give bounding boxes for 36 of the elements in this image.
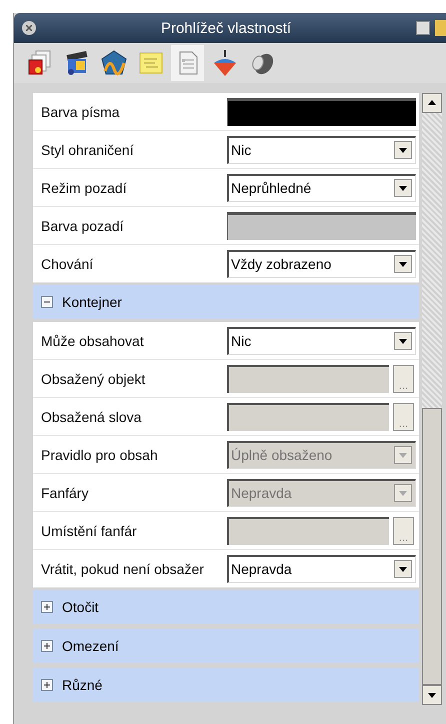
close-icon[interactable]: [22, 21, 36, 35]
property-label: Barva pozadí: [40, 218, 124, 234]
group-header[interactable]: Otočit: [62, 599, 99, 615]
property-label: Může obsahovat: [40, 332, 145, 348]
dropdown[interactable]: Nic: [227, 326, 416, 354]
group-header[interactable]: Různé: [62, 677, 102, 693]
property-label: Fanfáry: [40, 484, 90, 500]
color-swatch[interactable]: [227, 212, 416, 240]
dropdown[interactable]: Neprůhledné: [227, 174, 416, 202]
group-header[interactable]: Kontejner: [62, 294, 122, 310]
collapse-icon[interactable]: [41, 296, 53, 308]
pictures-icon: [26, 49, 54, 77]
expand-icon[interactable]: [41, 640, 53, 652]
pentagon-icon: [100, 49, 128, 77]
dropdown[interactable]: Nic: [227, 136, 416, 164]
property-label: Barva písma: [40, 104, 121, 120]
property-label: Styl ohraničení: [40, 142, 135, 158]
scroll-down-icon[interactable]: [422, 685, 442, 705]
scroll-thumb[interactable]: [422, 408, 442, 685]
property-label: Obsažená slova: [40, 408, 142, 424]
property-label: Obsažený objekt: [40, 370, 146, 386]
dropdown[interactable]: Nepravda: [227, 554, 416, 582]
property-label: Chování: [40, 256, 94, 272]
color-swatch[interactable]: [227, 98, 416, 126]
dropdown[interactable]: Vždy zobrazeno: [227, 250, 416, 278]
group-header[interactable]: Omezení: [62, 638, 119, 654]
expand-icon[interactable]: [41, 679, 53, 691]
scrollbar[interactable]: [422, 93, 442, 705]
expand-icon[interactable]: [41, 601, 53, 613]
property-label: Pravidlo pro obsah: [40, 446, 159, 462]
window-title: Prohlížeč vlastností: [160, 20, 292, 36]
property-label: Vrátit, pokud není obsažer: [40, 560, 205, 576]
scroll-up-icon[interactable]: [422, 93, 442, 113]
property-label: Režim pozadí: [40, 180, 128, 196]
restore-icon[interactable]: [416, 21, 430, 35]
property-label: Umístění fanfár: [40, 522, 138, 538]
